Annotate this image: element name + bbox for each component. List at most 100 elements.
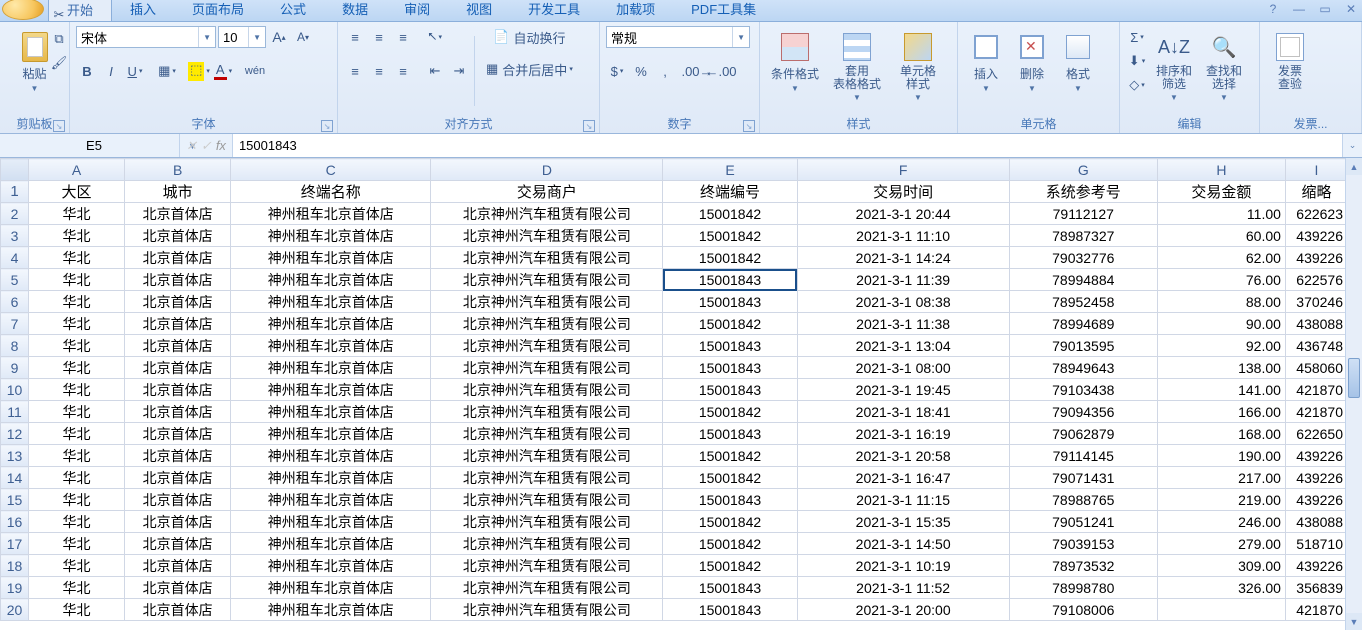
scroll-down-icon[interactable]: ▼ — [1346, 613, 1362, 630]
orientation-button[interactable]: ⭦ — [424, 26, 446, 48]
cell[interactable]: 79103438 — [1009, 379, 1157, 401]
cell[interactable]: 15001843 — [663, 599, 797, 621]
formula-input[interactable] — [233, 134, 1342, 157]
tab-加载项[interactable]: 加载项 — [598, 0, 673, 21]
cell[interactable]: 439226 — [1285, 445, 1345, 467]
row-header[interactable]: 17 — [1, 533, 29, 555]
tab-开发工具[interactable]: 开发工具 — [510, 0, 598, 21]
cell[interactable]: 15001842 — [663, 225, 797, 247]
decrease-indent-button[interactable]: ⇤ — [424, 60, 446, 82]
cell[interactable]: 166.00 — [1157, 401, 1285, 423]
cut-button[interactable]: ✂ — [48, 4, 70, 26]
tab-数据[interactable]: 数据 — [324, 0, 386, 21]
cell[interactable]: 北京神州汽车租赁有限公司 — [431, 225, 663, 247]
header-cell[interactable]: 终端名称 — [231, 181, 431, 203]
cell[interactable]: 北京神州汽车租赁有限公司 — [431, 511, 663, 533]
cell[interactable]: 15001842 — [663, 313, 797, 335]
cell[interactable]: 438088 — [1285, 511, 1345, 533]
spreadsheet-grid[interactable]: ABCDEFGHI 1大区城市终端名称交易商户终端编号交易时间系统参考号交易金额… — [0, 158, 1345, 621]
col-header-E[interactable]: E — [663, 159, 797, 181]
cell[interactable]: 78952458 — [1009, 291, 1157, 313]
cell[interactable]: 北京首体店 — [125, 467, 231, 489]
cell[interactable]: 279.00 — [1157, 533, 1285, 555]
conditional-format-button[interactable]: 条件格式▼ — [766, 26, 824, 98]
cell[interactable]: 326.00 — [1157, 577, 1285, 599]
cell[interactable]: 622576 — [1285, 269, 1345, 291]
font-size-combo[interactable]: 10▼ — [218, 26, 266, 48]
cell[interactable]: 神州租车北京首体店 — [231, 291, 431, 313]
align-top-button[interactable]: ≡ — [344, 26, 366, 48]
cell[interactable]: 北京首体店 — [125, 357, 231, 379]
cell[interactable]: 2021-3-1 11:10 — [797, 225, 1009, 247]
header-cell[interactable]: 交易金额 — [1157, 181, 1285, 203]
cell[interactable]: 神州租车北京首体店 — [231, 467, 431, 489]
cell[interactable]: 2021-3-1 11:38 — [797, 313, 1009, 335]
accounting-format-button[interactable]: $ — [606, 60, 628, 82]
cell[interactable]: 华北 — [29, 533, 125, 555]
cell[interactable]: 79051241 — [1009, 511, 1157, 533]
cell[interactable]: 神州租车北京首体店 — [231, 203, 431, 225]
cell[interactable]: 15001843 — [663, 291, 797, 313]
cell[interactable]: 华北 — [29, 335, 125, 357]
cell[interactable]: 15001843 — [663, 335, 797, 357]
cell[interactable]: 神州租车北京首体店 — [231, 313, 431, 335]
cell[interactable]: 神州租车北京首体店 — [231, 489, 431, 511]
col-header-I[interactable]: I — [1285, 159, 1345, 181]
header-cell[interactable]: 终端编号 — [663, 181, 797, 203]
cell[interactable]: 79071431 — [1009, 467, 1157, 489]
cancel-formula-icon[interactable]: ✕ — [186, 138, 197, 154]
cell[interactable]: 15001843 — [663, 577, 797, 599]
row-header[interactable]: 11 — [1, 401, 29, 423]
help-icon[interactable]: ? — [1266, 2, 1280, 16]
cell[interactable]: 华北 — [29, 379, 125, 401]
row-header[interactable]: 5 — [1, 269, 29, 291]
header-cell[interactable]: 交易时间 — [797, 181, 1009, 203]
cell[interactable]: 15001842 — [663, 247, 797, 269]
cell-styles-button[interactable]: 单元格 样式▼ — [890, 26, 946, 107]
cell[interactable]: 北京首体店 — [125, 203, 231, 225]
cell[interactable]: 62.00 — [1157, 247, 1285, 269]
align-right-button[interactable]: ≡ — [392, 60, 414, 82]
cell[interactable]: 15001842 — [663, 467, 797, 489]
cell[interactable]: 15001843 — [663, 379, 797, 401]
cell[interactable]: 北京神州汽车租赁有限公司 — [431, 357, 663, 379]
cell[interactable]: 2021-3-1 20:44 — [797, 203, 1009, 225]
cell[interactable]: 北京首体店 — [125, 489, 231, 511]
cell[interactable]: 11.00 — [1157, 203, 1285, 225]
cell[interactable]: 神州租车北京首体店 — [231, 445, 431, 467]
cell[interactable]: 79013595 — [1009, 335, 1157, 357]
cell[interactable]: 神州租车北京首体店 — [231, 269, 431, 291]
cell[interactable]: 神州租车北京首体店 — [231, 533, 431, 555]
cell[interactable]: 神州租车北京首体店 — [231, 511, 431, 533]
cell[interactable]: 2021-3-1 11:39 — [797, 269, 1009, 291]
col-header-G[interactable]: G — [1009, 159, 1157, 181]
cell[interactable]: 北京神州汽车租赁有限公司 — [431, 599, 663, 621]
cell[interactable]: 15001843 — [663, 269, 797, 291]
number-format-combo[interactable]: 常规▼ — [606, 26, 750, 48]
fx-icon[interactable]: fx — [216, 138, 226, 153]
percent-button[interactable]: % — [630, 60, 652, 82]
cell[interactable]: 北京首体店 — [125, 247, 231, 269]
cell[interactable]: 北京首体店 — [125, 577, 231, 599]
cell[interactable]: 2021-3-1 08:38 — [797, 291, 1009, 313]
cell[interactable]: 78973532 — [1009, 555, 1157, 577]
restore-icon[interactable]: ▭ — [1318, 2, 1332, 16]
align-left-button[interactable]: ≡ — [344, 60, 366, 82]
vertical-scrollbar[interactable]: ▲ ▼ — [1345, 158, 1362, 630]
comma-button[interactable]: , — [654, 60, 676, 82]
align-middle-button[interactable]: ≡ — [368, 26, 390, 48]
cell[interactable]: 439226 — [1285, 467, 1345, 489]
cell[interactable]: 北京神州汽车租赁有限公司 — [431, 203, 663, 225]
cell[interactable]: 60.00 — [1157, 225, 1285, 247]
cell[interactable]: 华北 — [29, 467, 125, 489]
cell[interactable]: 439226 — [1285, 555, 1345, 577]
cell[interactable]: 2021-3-1 08:00 — [797, 357, 1009, 379]
cell[interactable]: 北京首体店 — [125, 533, 231, 555]
cell[interactable]: 15001842 — [663, 401, 797, 423]
cell[interactable]: 北京首体店 — [125, 379, 231, 401]
cell[interactable]: 78998780 — [1009, 577, 1157, 599]
cell[interactable]: 神州租车北京首体店 — [231, 577, 431, 599]
cell[interactable]: 神州租车北京首体店 — [231, 401, 431, 423]
cell[interactable]: 219.00 — [1157, 489, 1285, 511]
tab-视图[interactable]: 视图 — [448, 0, 510, 21]
